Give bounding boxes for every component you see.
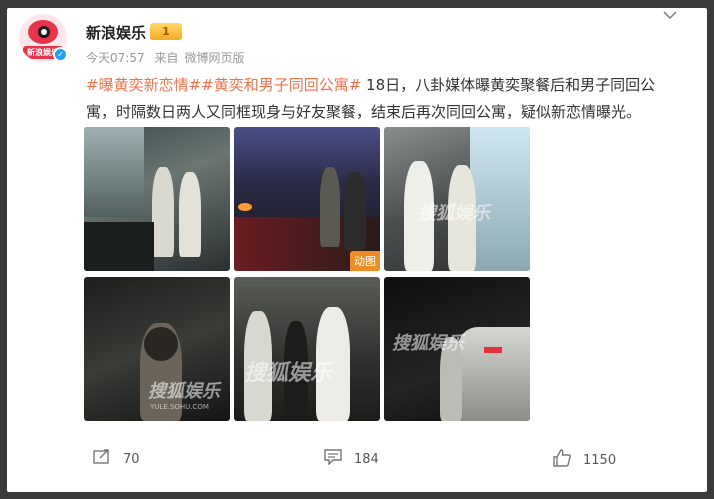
photo-thumbnail[interactable]: 搜狐娱乐 [234,277,380,421]
repost-icon [93,449,111,470]
comment-button[interactable]: 184 [324,449,379,470]
person-figure [152,167,174,257]
person-figure [179,172,201,257]
watermark: 搜狐娱乐 [148,381,220,402]
chevron-down-icon[interactable] [662,9,678,21]
logo-pupil [38,26,50,38]
source-prefix: 来自 [154,51,179,65]
repost-button[interactable]: 70 [93,449,140,470]
person-figure [320,167,340,247]
like-button[interactable]: 1150 [553,449,616,472]
person-hair [144,327,178,361]
gif-badge: 动图 [350,251,380,271]
person-figure [344,172,366,250]
storefront [84,127,144,217]
photo-thumbnail[interactable]: 搜狐娱乐 [384,127,530,271]
hashtag-link[interactable]: #曝黄奕新恋情# [86,76,201,94]
watermark: 搜狐娱乐 [244,361,333,386]
photo-thumbnail[interactable]: 搜狐娱乐 YULE.SOHU.COM [84,277,230,421]
watermark: 搜狐娱乐 [418,203,490,224]
vip-level: 1 [162,25,170,38]
like-count: 1150 [583,453,617,468]
action-bar: 70 184 1150 [0,449,714,471]
post-text: #曝黄奕新恋情##黄奕和男子同回公寓# 18日，八卦媒体曝黄奕聚餐后和男子同回公… [86,72,666,126]
car-light [484,347,502,353]
comment-icon [324,449,342,470]
verified-icon: ✓ [53,47,68,62]
car-light [238,203,252,211]
repost-count: 70 [123,452,140,467]
username[interactable]: 新浪娱乐 [86,22,146,43]
post-time[interactable]: 今天07:57 [86,51,145,65]
watermark: 搜狐娱乐 [392,333,464,354]
hashtag-link[interactable]: #黄奕和男子同回公寓# [201,76,361,94]
car-shape [458,327,530,421]
post-meta: 今天07:57 来自 微博网页版 [86,49,250,66]
photo-thumbnail[interactable] [84,127,230,271]
post-source[interactable]: 微博网页版 [184,51,244,65]
car-shape [84,222,154,271]
comment-count: 184 [354,452,379,467]
vip-badge-icon[interactable]: 1 [150,23,182,40]
photo-thumbnail[interactable]: 搜狐娱乐 [384,277,530,421]
like-icon [553,449,571,472]
photo-thumbnail[interactable]: 动图 [234,127,380,271]
watermark-url: YULE.SOHU.COM [150,403,209,411]
